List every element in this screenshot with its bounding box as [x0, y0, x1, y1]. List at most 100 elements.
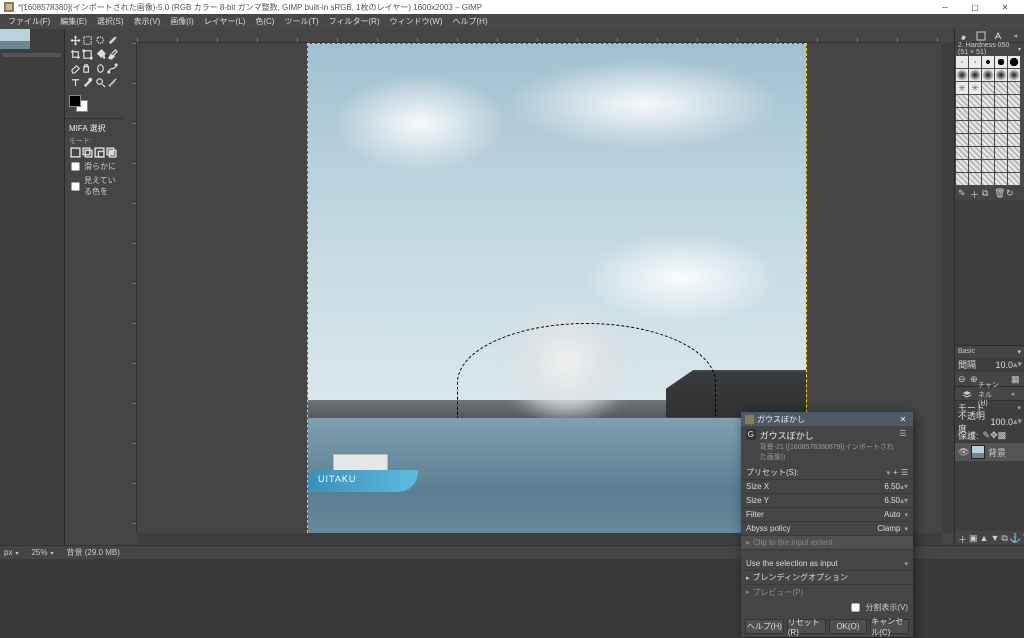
minimize-button[interactable]: ─ [930, 0, 960, 14]
lock-pixels-icon[interactable]: ✎ [983, 430, 991, 441]
dock-menu-icon-2[interactable]: ◂ [1001, 387, 1024, 400]
menu-windows[interactable]: ウィンドウ(W) [385, 16, 448, 27]
layer-row[interactable]: 👁 背景 [955, 443, 1024, 461]
bucket-tool[interactable] [94, 47, 107, 61]
fg-color[interactable] [69, 95, 81, 107]
brushes-tab[interactable] [955, 29, 972, 42]
fonts-tab[interactable] [990, 29, 1007, 42]
brush-tool[interactable] [107, 47, 120, 61]
anchor-layer-icon[interactable]: ⚓ [1010, 533, 1020, 543]
size-y-value[interactable]: 6.50 [884, 496, 900, 505]
down-layer-icon[interactable]: ▼ [990, 533, 999, 543]
size-x-spinner[interactable]: ▴▾ [900, 482, 908, 491]
vertical-scrollbar[interactable] [942, 43, 954, 533]
menu-tools[interactable]: ツール(T) [279, 16, 323, 27]
menu-colors[interactable]: 色(C) [250, 16, 279, 27]
color-swatches[interactable] [69, 95, 119, 112]
abyss-row[interactable]: Abyss policy Clamp ▾ [741, 522, 913, 536]
dialog-titlebar[interactable]: ガウスぼかし ✕ [741, 412, 913, 426]
dup-layer-icon[interactable]: ⧉ [1001, 533, 1007, 543]
close-button[interactable]: ✕ [990, 0, 1020, 14]
new-brush-icon[interactable]: ＋ [970, 188, 980, 198]
ok-button[interactable]: OK(O) [829, 619, 868, 634]
dialog-menu-icon[interactable]: ☰ [899, 429, 908, 438]
move-tool[interactable] [69, 33, 82, 47]
dialog-close-button[interactable]: ✕ [897, 415, 909, 424]
preset-add-icon[interactable]: + [893, 468, 898, 477]
menu-select[interactable]: 選択(S) [92, 16, 129, 27]
eraser-tool[interactable] [69, 61, 82, 75]
refresh-brush-icon[interactable]: ↻ [1006, 188, 1016, 198]
mode-int-icon[interactable] [105, 146, 117, 158]
mode-sub-icon[interactable] [93, 146, 105, 158]
lock-position-icon[interactable]: ✥ [990, 430, 998, 441]
menu-file[interactable]: ファイル(F) [3, 16, 55, 27]
measure-tool[interactable] [107, 75, 120, 89]
blend-expander-icon: ▸ [746, 574, 750, 582]
preview-expander-icon[interactable]: ▸ [746, 588, 750, 596]
boat [308, 442, 418, 492]
group-layer-icon[interactable]: ▣ [969, 533, 978, 543]
size-x-value[interactable]: 6.50 [884, 482, 900, 491]
antialias-checkbox[interactable] [71, 162, 80, 171]
preset-menu-icon[interactable]: ☰ [901, 468, 908, 477]
vertical-ruler[interactable] [123, 43, 137, 533]
brush-grid[interactable] [955, 55, 1024, 186]
text-tool[interactable] [69, 75, 82, 89]
zoom-tool[interactable] [94, 75, 107, 89]
new-layer-icon[interactable]: ＋ [958, 533, 967, 543]
horizontal-ruler[interactable] [137, 29, 942, 43]
gaussian-blur-dialog: ガウスぼかし ✕ G ガウスぼかし 背景-21 ([1608578380879]… [741, 412, 913, 637]
crop-tool[interactable] [69, 47, 82, 61]
visibility-icon[interactable]: 👁 [958, 447, 968, 458]
menu-image[interactable]: 画像(I) [165, 16, 199, 27]
preset-dropdown[interactable]: ▾ [887, 469, 891, 477]
image-thumbnail[interactable] [0, 29, 30, 49]
use-selection-row[interactable]: Use the selection as input ▾ [741, 557, 913, 571]
opacity-value[interactable]: 100.0 [990, 417, 1013, 427]
mode-replace-icon[interactable] [69, 146, 81, 158]
help-button[interactable]: ヘルプ(H) [745, 619, 784, 634]
thumb-scroll[interactable] [3, 53, 61, 57]
canvas-area: ガウスぼかし ✕ G ガウスぼかし 背景-21 ([1608578380879]… [123, 29, 954, 545]
path-tool[interactable] [107, 61, 120, 75]
up-layer-icon[interactable]: ▲ [980, 533, 989, 543]
del-brush-icon[interactable]: 🗑 [994, 188, 1004, 198]
edit-brush-icon[interactable]: ✎ [958, 188, 968, 198]
menu-view[interactable]: 表示(V) [129, 16, 166, 27]
menu-help[interactable]: ヘルプ(H) [448, 16, 493, 27]
dock-menu-icon[interactable]: ◂ [1007, 29, 1024, 42]
brush-name-row[interactable]: 2. Hardness 050 (51 × 51) ▾ [955, 43, 1024, 55]
sample-merged-checkbox[interactable] [71, 181, 80, 190]
transform-tool[interactable] [82, 47, 95, 61]
mode-add-icon[interactable] [81, 146, 93, 158]
rect-select-tool[interactable] [82, 33, 95, 47]
status-unit[interactable]: px▾ [4, 548, 21, 557]
split-view-checkbox[interactable] [851, 603, 860, 612]
smudge-tool[interactable] [94, 61, 107, 75]
reset-button[interactable]: リセット(R) [787, 619, 826, 634]
channels-tab[interactable]: チャンネル(H) [978, 387, 1001, 400]
status-zoom[interactable]: 25%▾ [31, 548, 56, 557]
cancel-button[interactable]: キャンセル(C) [870, 619, 909, 634]
fuzzy-select-tool[interactable] [107, 33, 120, 47]
maximize-button[interactable]: ▢ [960, 0, 990, 14]
blend-row[interactable]: ▸ ブレンディングオプション [741, 571, 913, 585]
size-y-spinner[interactable]: ▴▾ [900, 496, 908, 505]
dup-brush-icon[interactable]: ⧉ [982, 188, 992, 198]
menu-layer[interactable]: レイヤー(L) [199, 16, 251, 27]
filter-row[interactable]: Filter Auto ▾ [741, 508, 913, 522]
menu-filters[interactable]: フィルター(R) [324, 16, 385, 27]
patterns-tab[interactable] [972, 29, 989, 42]
zoom-out-icon[interactable]: ⊖ [958, 374, 968, 384]
split-row: 分割表示(V) [741, 599, 913, 616]
menu-edit[interactable]: 編集(E) [55, 16, 92, 27]
layers-tab[interactable] [955, 387, 978, 400]
color-picker-tool[interactable] [82, 75, 95, 89]
clone-tool[interactable] [82, 61, 95, 75]
lock-alpha-icon[interactable]: ▩ [998, 430, 1007, 441]
spacing-value[interactable]: 10.0 [995, 360, 1013, 370]
grid-view-icon[interactable]: ▦ [1011, 374, 1021, 384]
free-select-tool[interactable] [94, 33, 107, 47]
clip-expander-icon[interactable]: ▸ [746, 538, 750, 547]
